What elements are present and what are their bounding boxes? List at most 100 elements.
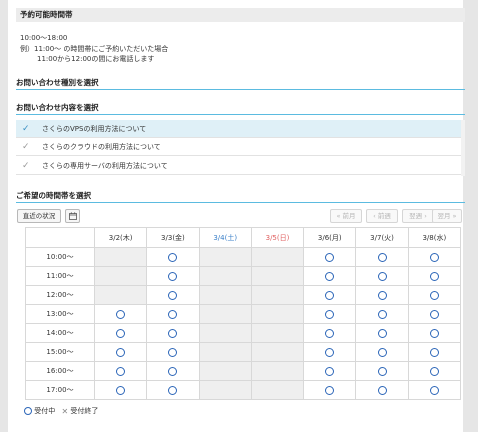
available-slot[interactable] bbox=[146, 247, 200, 267]
open-circle-icon bbox=[377, 347, 387, 357]
open-circle-icon bbox=[168, 347, 178, 357]
corner-cell bbox=[25, 227, 95, 248]
unavailable-cell bbox=[198, 323, 252, 343]
legend-open: 受付中 bbox=[34, 407, 56, 415]
next-month-button[interactable]: 翌月 » bbox=[432, 209, 462, 223]
unavailable-cell bbox=[250, 323, 305, 343]
open-circle-icon bbox=[116, 366, 126, 376]
open-circle-icon bbox=[325, 309, 335, 319]
open-circle-icon bbox=[325, 252, 335, 262]
timeslot-row: 10:00～ bbox=[25, 247, 462, 267]
open-circle-icon bbox=[24, 407, 32, 415]
available-slot[interactable] bbox=[303, 304, 357, 324]
available-slot[interactable] bbox=[407, 323, 462, 343]
available-slot[interactable] bbox=[407, 342, 462, 362]
reservation-panel: 予約可能時間帯 10:00～18:00 例）11:00～ の時間帯にご予約いただ… bbox=[8, 0, 469, 432]
available-slot[interactable] bbox=[146, 323, 200, 343]
available-slot[interactable] bbox=[355, 247, 409, 267]
available-slot[interactable] bbox=[303, 342, 357, 362]
open-circle-icon bbox=[168, 328, 178, 338]
option-vps[interactable]: ✓ さくらのVPSの利用方法について bbox=[16, 120, 469, 138]
time-label: 17:00～ bbox=[25, 380, 95, 400]
available-slot[interactable] bbox=[303, 361, 357, 381]
available-slot[interactable] bbox=[93, 304, 148, 324]
recent-status-button[interactable]: 直近の状況 bbox=[17, 209, 61, 223]
unavailable-cell bbox=[198, 342, 252, 362]
available-slot[interactable] bbox=[407, 361, 462, 381]
available-slot[interactable] bbox=[146, 361, 200, 381]
open-circle-icon bbox=[168, 252, 178, 262]
available-slot[interactable] bbox=[93, 342, 148, 362]
available-slot[interactable] bbox=[355, 266, 409, 286]
available-slot[interactable] bbox=[93, 323, 148, 343]
available-slot[interactable] bbox=[146, 266, 200, 286]
available-slot[interactable] bbox=[303, 266, 357, 286]
next-week-button[interactable]: 翌週 › bbox=[402, 209, 434, 223]
available-slot[interactable] bbox=[303, 285, 357, 305]
page-scrollbar[interactable] bbox=[465, 0, 478, 432]
available-slot[interactable] bbox=[93, 361, 148, 381]
check-icon: ✓ bbox=[22, 124, 30, 134]
open-circle-icon bbox=[377, 309, 387, 319]
available-slot[interactable] bbox=[303, 247, 357, 267]
timeslot-row: 13:00～ bbox=[25, 304, 462, 324]
calendar-button[interactable] bbox=[65, 209, 80, 223]
day-header: 3/2(木) bbox=[93, 227, 148, 248]
timeslot-row: 16:00～ bbox=[25, 361, 462, 381]
open-circle-icon bbox=[168, 366, 178, 376]
calendar-icon bbox=[68, 212, 77, 220]
timeslot-heading: ご希望の時間帯を選択 bbox=[16, 191, 91, 200]
available-hours-heading: 予約可能時間帯 bbox=[16, 8, 469, 22]
option-dedicated[interactable]: ✓ さくらの専用サーバの利用方法について bbox=[16, 157, 469, 175]
day-header: 3/6(月) bbox=[303, 227, 357, 248]
open-circle-icon bbox=[429, 385, 439, 395]
unavailable-cell bbox=[250, 285, 305, 305]
open-circle-icon bbox=[429, 366, 439, 376]
available-slot[interactable] bbox=[407, 247, 462, 267]
option-cloud[interactable]: ✓ さくらのクラウドの利用方法について bbox=[16, 138, 469, 156]
prev-month-button[interactable]: « 前月 bbox=[330, 209, 362, 223]
timeslot-calendar: 3/2(木) 3/3(金) 3/4(土) 3/5(日) 3/6(月) 3/7(火… bbox=[25, 227, 462, 400]
timeslot-divider bbox=[16, 202, 469, 203]
available-slot[interactable] bbox=[146, 342, 200, 362]
available-slot[interactable] bbox=[303, 323, 357, 343]
available-slot[interactable] bbox=[407, 380, 462, 400]
available-slot[interactable] bbox=[355, 304, 409, 324]
time-label: 13:00～ bbox=[25, 304, 95, 324]
available-slot[interactable] bbox=[355, 361, 409, 381]
day-header: 3/8(水) bbox=[407, 227, 462, 248]
open-circle-icon bbox=[429, 252, 439, 262]
unavailable-cell bbox=[198, 266, 252, 286]
available-slot[interactable] bbox=[355, 380, 409, 400]
open-circle-icon bbox=[377, 290, 387, 300]
unavailable-cell bbox=[250, 304, 305, 324]
available-slot[interactable] bbox=[93, 380, 148, 400]
prev-week-button[interactable]: ‹ 前週 bbox=[366, 209, 398, 223]
available-slot[interactable] bbox=[407, 304, 462, 324]
available-slot[interactable] bbox=[355, 285, 409, 305]
unavailable-cell bbox=[198, 304, 252, 324]
hours-range: 10:00～18:00 bbox=[20, 34, 68, 42]
open-circle-icon bbox=[429, 271, 439, 281]
available-slot[interactable] bbox=[407, 266, 462, 286]
inquiry-content-heading: お問い合わせ内容を選択 bbox=[16, 103, 99, 112]
open-circle-icon bbox=[168, 385, 178, 395]
available-slot[interactable] bbox=[146, 380, 200, 400]
legend-closed: 受付終了 bbox=[70, 407, 99, 415]
open-circle-icon bbox=[377, 328, 387, 338]
open-circle-icon bbox=[325, 347, 335, 357]
unavailable-cell bbox=[250, 380, 305, 400]
open-circle-icon bbox=[168, 290, 178, 300]
day-header: 3/5(日) bbox=[250, 227, 305, 248]
available-slot[interactable] bbox=[355, 342, 409, 362]
available-slot[interactable] bbox=[355, 323, 409, 343]
open-circle-icon bbox=[325, 385, 335, 395]
available-slot[interactable] bbox=[146, 304, 200, 324]
available-slot[interactable] bbox=[303, 380, 357, 400]
available-slot[interactable] bbox=[146, 285, 200, 305]
unavailable-cell bbox=[198, 285, 252, 305]
hours-example: 例）11:00～ の時間帯にご予約いただいた場合 bbox=[20, 44, 169, 53]
inquiry-content-divider bbox=[16, 114, 469, 115]
check-icon: ✓ bbox=[22, 142, 30, 152]
available-slot[interactable] bbox=[407, 285, 462, 305]
